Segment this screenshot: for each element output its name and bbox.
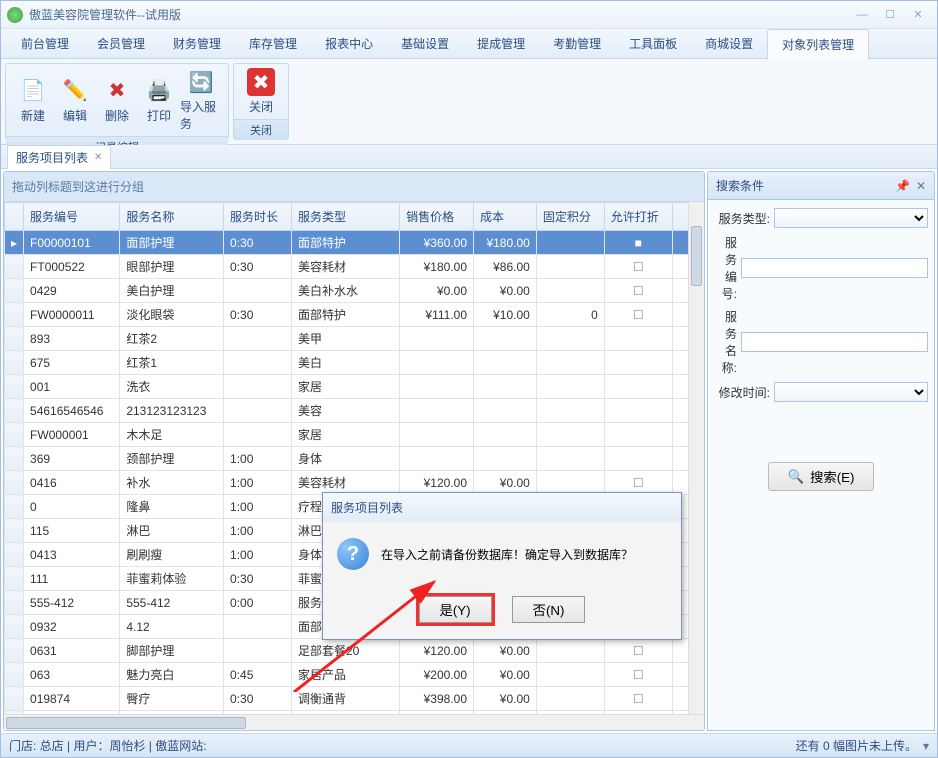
table-row[interactable]: 675红茶1美白 [5, 351, 704, 375]
col-header[interactable]: 销售价格 [400, 203, 474, 231]
vertical-scrollbar[interactable] [688, 202, 704, 714]
confirm-dialog: 服务项目列表 ? 在导入之前请备份数据库！确定导入到数据库？ 是(Y) 否(N) [322, 492, 682, 640]
ribbon-打印[interactable]: 🖨️打印 [138, 68, 180, 132]
menu-7[interactable]: 考勤管理 [539, 29, 615, 58]
table-row[interactable]: 001洗衣家居 [5, 375, 704, 399]
menu-4[interactable]: 报表中心 [311, 29, 387, 58]
tab-close-icon[interactable]: ✕ [94, 152, 102, 163]
menu-1[interactable]: 会员管理 [83, 29, 159, 58]
col-header[interactable]: 服务时长 [224, 203, 292, 231]
col-header[interactable]: 固定积分 [536, 203, 604, 231]
ribbon-删除[interactable]: ✖删除 [96, 68, 138, 132]
dialog-message: 在导入之前请备份数据库！确定导入到数据库？ [381, 546, 633, 563]
service-type-select[interactable] [774, 208, 928, 228]
ribbon-group-close: ✖关闭 关闭 [233, 63, 289, 140]
table-row[interactable]: 019874臀疗0:30调衡通背¥398.00¥0.00☐ [5, 687, 704, 711]
dialog-title: 服务项目列表 [323, 493, 681, 522]
table-row[interactable]: 063魅力亮白0:45家居产品¥200.00¥0.00☐ [5, 663, 704, 687]
question-icon: ? [337, 538, 369, 570]
search-button[interactable]: 🔍 搜索(E) [768, 462, 873, 491]
pin-icon[interactable]: 📌 [895, 179, 910, 193]
minimize-button[interactable]: — [849, 7, 875, 23]
titlebar: 傲蓝美容院管理软件--试用版 — ☐ ✕ [1, 1, 937, 29]
group-hint: 拖动列标题到这进行分组 [4, 172, 704, 202]
table-row[interactable]: 54616546546213123123123美容 [5, 399, 704, 423]
ribbon-新建[interactable]: 📄新建 [12, 68, 54, 132]
table-row[interactable]: 893红茶2美甲 [5, 327, 704, 351]
status-right: 还有 0 幅图片未上传。 [796, 737, 917, 754]
table-row[interactable]: ▸F00000101面部护理0:30面部特护¥360.00¥180.00■ [5, 231, 704, 255]
table-row[interactable]: 0416补水1:00美容耗材¥120.00¥0.00☐ [5, 471, 704, 495]
modify-date-select[interactable] [774, 382, 928, 402]
panel-header: 搜索条件 📌 ✕ [707, 171, 935, 200]
col-header[interactable]: 服务名称 [120, 203, 224, 231]
menu-3[interactable]: 库存管理 [235, 29, 311, 58]
statusbar: 门店: 总店 | 用户：周怡杉 | 傲蓝网站: 还有 0 幅图片未上传。 ▾ [1, 733, 937, 757]
col-header[interactable]: 服务类型 [291, 203, 399, 231]
menu-2[interactable]: 财务管理 [159, 29, 235, 58]
search-panel: 搜索条件 📌 ✕ 服务类型: 服务编号: 服务名称: 修改时间: 🔍 搜索(E) [707, 171, 935, 731]
dialog-no-button[interactable]: 否(N) [512, 596, 586, 623]
window-title: 傲蓝美容院管理软件--试用版 [29, 6, 849, 23]
menu-6[interactable]: 提成管理 [463, 29, 539, 58]
service-name-input[interactable] [741, 332, 928, 352]
grid-panel: 拖动列标题到这进行分组 服务编号服务名称服务时长服务类型销售价格成本固定积分允许… [3, 171, 705, 731]
menu-5[interactable]: 基础设置 [387, 29, 463, 58]
menu-0[interactable]: 前台管理 [7, 29, 83, 58]
table-row[interactable]: 0429美白护理美白补水水¥0.00¥0.00☐ [5, 279, 704, 303]
dialog-yes-button[interactable]: 是(Y) [419, 596, 492, 623]
service-id-input[interactable] [741, 258, 928, 278]
close-button[interactable]: ✕ [905, 7, 931, 23]
menu-8[interactable]: 工具面板 [615, 29, 691, 58]
table-row[interactable]: 0631脚部护理足部套餐20¥120.00¥0.00☐ [5, 639, 704, 663]
ribbon-group-edit: 📄新建✏️编辑✖删除🖨️打印🔄导入服务 记录编辑 [5, 63, 229, 140]
table-row[interactable]: FW0000011淡化眼袋0:30面部特护¥111.00¥10.000☐ [5, 303, 704, 327]
col-header[interactable]: 服务编号 [24, 203, 120, 231]
ribbon-导入服务[interactable]: 🔄导入服务 [180, 68, 222, 132]
col-header[interactable]: 成本 [474, 203, 537, 231]
menubar: 前台管理会员管理财务管理库存管理报表中心基础设置提成管理考勤管理工具面板商城设置… [1, 29, 937, 59]
chevron-down-icon[interactable]: ▾ [923, 739, 929, 753]
search-icon: 🔍 [787, 469, 804, 485]
ribbon: 📄新建✏️编辑✖删除🖨️打印🔄导入服务 记录编辑 ✖关闭 关闭 [1, 59, 937, 145]
status-left: 门店: 总店 | 用户：周怡杉 | 傲蓝网站: [9, 737, 207, 754]
horizontal-scrollbar[interactable] [4, 714, 704, 730]
table-row[interactable]: 333刷体面部基护¥0.00¥18.00☐ [5, 711, 704, 715]
table-row[interactable]: 369颈部护理1:00身体 [5, 447, 704, 471]
panel-close-icon[interactable]: ✕ [916, 179, 926, 193]
document-tabs: 服务项目列表 ✕ [1, 145, 937, 169]
tab-service-list[interactable]: 服务项目列表 ✕ [7, 145, 111, 169]
app-window: 傲蓝美容院管理软件--试用版 — ☐ ✕ 前台管理会员管理财务管理库存管理报表中… [0, 0, 938, 758]
app-icon [7, 7, 23, 23]
table-row[interactable]: FT000522眼部护理0:30美容耗材¥180.00¥86.00☐ [5, 255, 704, 279]
col-header[interactable]: 允许打折 [604, 203, 672, 231]
menu-9[interactable]: 商城设置 [691, 29, 767, 58]
ribbon-关闭[interactable]: ✖关闭 [240, 68, 282, 115]
table-row[interactable]: FW000001木木足家居 [5, 423, 704, 447]
menu-10[interactable]: 对象列表管理 [767, 29, 869, 59]
maximize-button[interactable]: ☐ [877, 7, 903, 23]
ribbon-编辑[interactable]: ✏️编辑 [54, 68, 96, 132]
